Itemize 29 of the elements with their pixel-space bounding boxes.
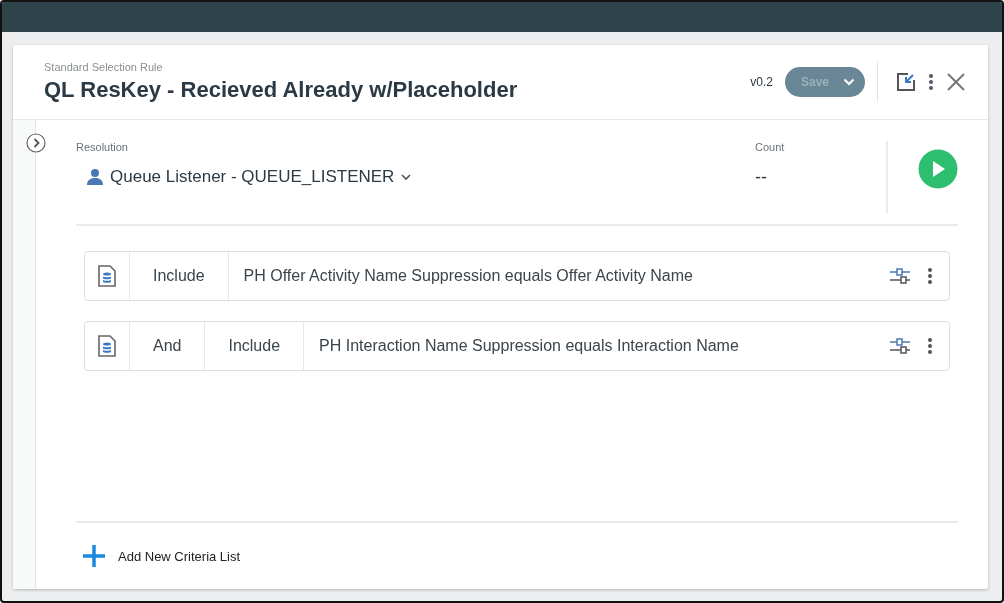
more-icon[interactable] [927,267,933,285]
database-file-icon [97,335,117,357]
criteria-cell-text: PH Offer Activity Name Suppression equals Offer Activity Name [242,266,694,286]
rule-title: QL ResKey - Recieved Already w/Placeholder [44,77,519,103]
count-value: -- [755,167,768,188]
close-icon[interactable] [946,72,966,92]
version-label: v0.2 [750,75,773,89]
more-icon[interactable] [928,73,934,91]
criteria-row[interactable]: Include PH Offer Activity Name Suppression equals Offer Activity Name [84,251,950,301]
criteria-cell-text: PH Interaction Name Suppression equals Interaction Name [318,336,740,356]
count-label: Count [755,141,786,153]
minimize-icon[interactable] [896,72,916,92]
sliders-icon[interactable] [889,338,911,354]
rule-type-label: Standard Selection Rule [44,61,164,73]
more-icon[interactable] [927,337,933,355]
resolution-label: Resolution [76,141,129,153]
plus-icon[interactable] [82,544,106,568]
criteria-row[interactable]: And Include PH Interaction Name Suppression equals Interaction Name [84,321,950,371]
person-icon [86,168,104,186]
caret-icon [843,78,855,86]
criteria-cell: And [130,322,206,370]
criteria-cell: Include [130,252,229,300]
caret-icon [400,173,413,181]
resolution-dropdown[interactable]: Queue Listener - QUEUE_LISTENER [76,167,413,187]
database-file-icon [97,265,117,287]
expand-icon[interactable] [26,133,46,153]
add-criteria-link[interactable]: Add New Criteria List [118,548,241,564]
sliders-icon[interactable] [889,268,911,284]
criteria-cell: Include [205,322,305,370]
